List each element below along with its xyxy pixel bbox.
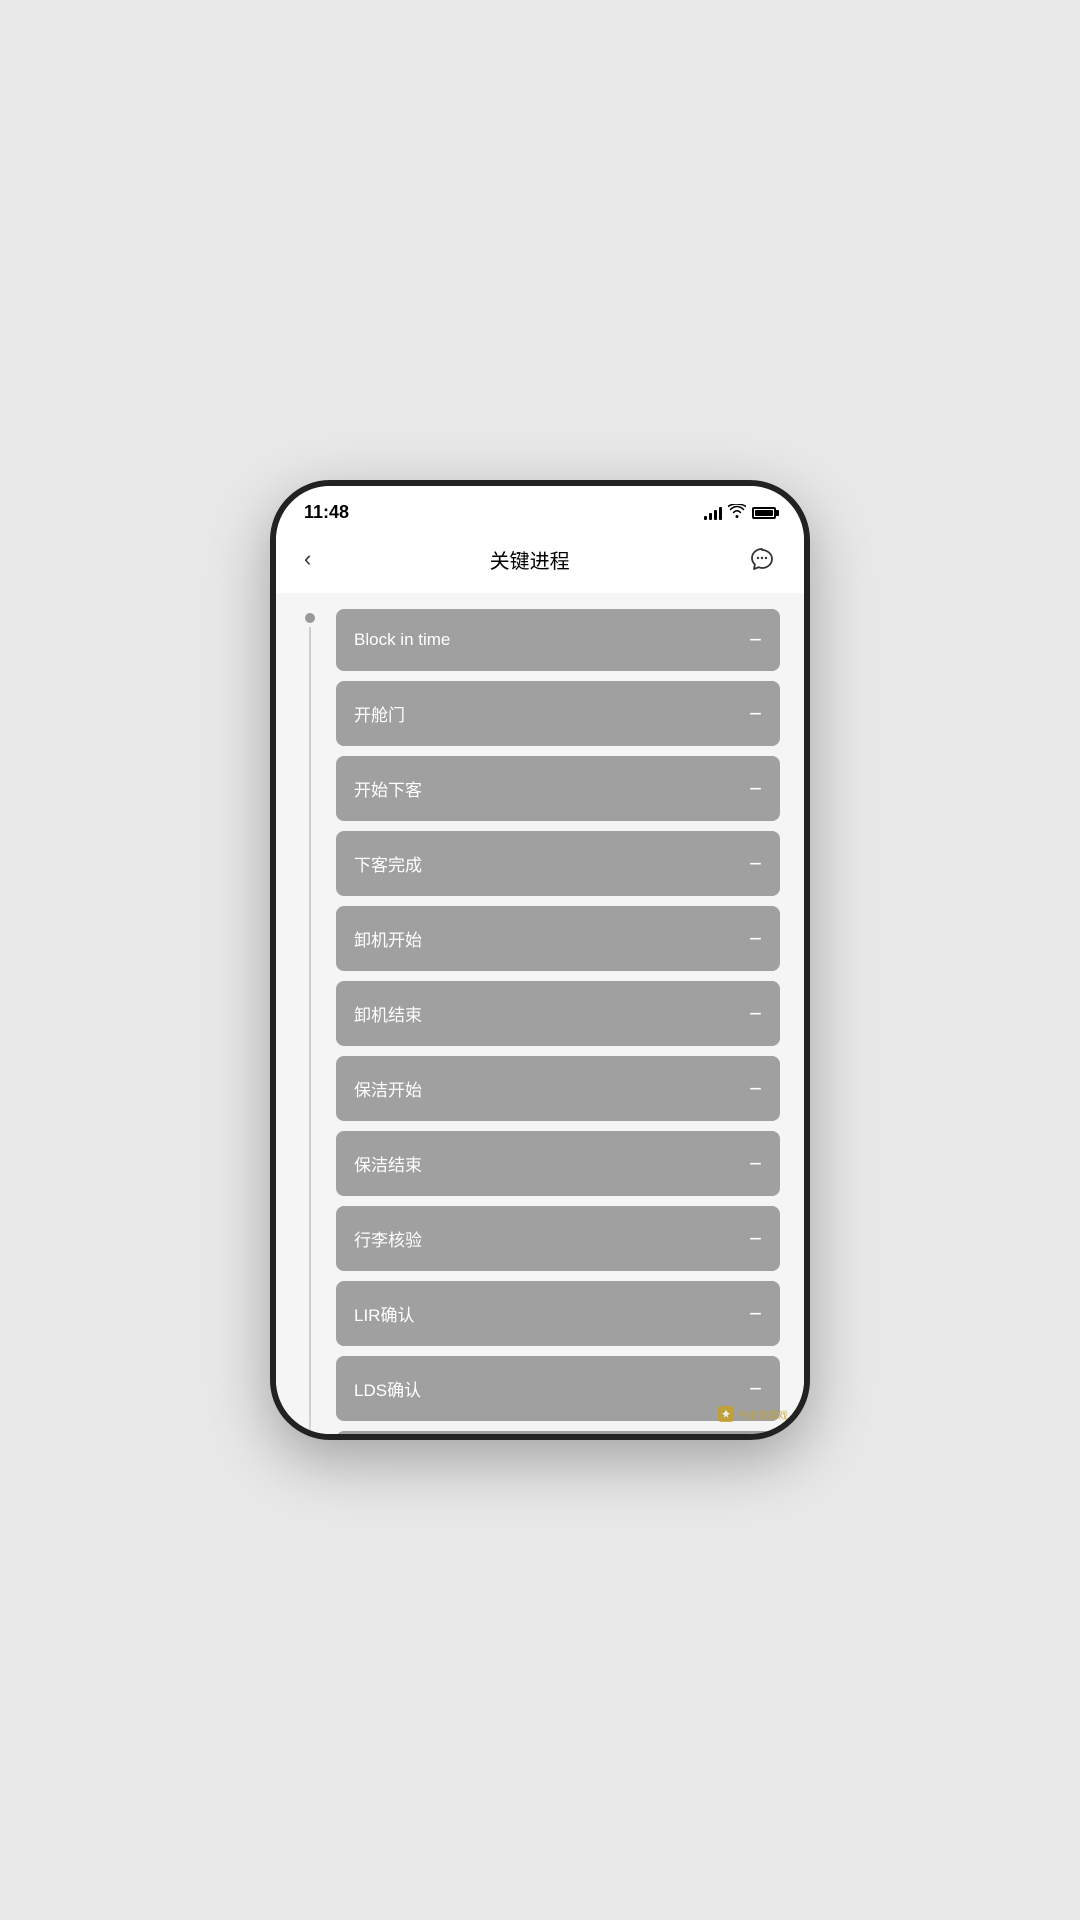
item-label: 保洁结束 — [354, 1151, 422, 1176]
status-icons — [704, 504, 776, 521]
nav-bar: ‹ 关键进程 — [276, 531, 804, 593]
item-label: 保洁开始 — [354, 1076, 422, 1101]
list-item[interactable]: 配餐开始− — [336, 1431, 780, 1440]
watermark-text: 今金贷游戏 — [738, 1407, 788, 1422]
items-list: Block in time−开舱门−开始下客−下客完成−卸机开始−卸机结束−保洁… — [336, 609, 780, 1440]
chat-button[interactable] — [744, 541, 780, 577]
item-minus-icon: − — [749, 853, 762, 875]
item-minus-icon: − — [749, 928, 762, 950]
item-label: Block in time — [354, 630, 450, 650]
list-item[interactable]: 保洁结束 − — [336, 1131, 780, 1196]
item-minus-icon: − — [749, 1003, 762, 1025]
timeline-dot — [305, 613, 315, 623]
list-item[interactable]: LDS确认 − — [336, 1356, 780, 1421]
item-minus-icon: − — [749, 703, 762, 725]
item-minus-icon: − — [749, 1378, 762, 1400]
timeline-vertical — [309, 627, 311, 1440]
timeline-line: ✈ — [300, 609, 320, 1440]
list-item[interactable]: 开舱门 − — [336, 681, 780, 746]
item-label: LDS确认 — [354, 1376, 421, 1401]
item-label: LIR确认 — [354, 1301, 414, 1326]
item-minus-icon: − — [749, 1153, 762, 1175]
page-title: 关键进程 — [490, 545, 570, 574]
item-minus-icon: − — [749, 1228, 762, 1250]
item-label: 开始下客 — [354, 776, 422, 801]
list-item[interactable]: 开始下客 − — [336, 756, 780, 821]
watermark: 今金贷游戏 — [718, 1406, 788, 1422]
item-minus-icon: − — [749, 1303, 762, 1325]
phone-frame: 11:48 ‹ 关键进程 — [270, 480, 810, 1440]
watermark-logo — [718, 1406, 734, 1422]
list-item[interactable]: 下客完成 − — [336, 831, 780, 896]
item-minus-icon: − — [749, 778, 762, 800]
item-label: 卸机开始 — [354, 926, 422, 951]
list-item[interactable]: 行李核验 − — [336, 1206, 780, 1271]
list-item[interactable]: 卸机开始 − — [336, 906, 780, 971]
list-item[interactable]: Block in time − — [336, 609, 780, 671]
status-time: 11:48 — [304, 502, 349, 523]
battery-icon — [752, 507, 776, 519]
back-button[interactable]: ‹ — [300, 542, 315, 576]
list-item[interactable]: 卸机结束 − — [336, 981, 780, 1046]
item-label: 开舱门 — [354, 701, 405, 726]
item-label: 行李核验 — [354, 1226, 422, 1251]
item-minus-icon: − — [749, 1078, 762, 1100]
list-item[interactable]: LIR确认 − — [336, 1281, 780, 1346]
content-area[interactable]: ✈ Block in time − 开舱门 − 开始下客 − 下客完成 − 卸机开始 − 卸机结束 −… — [276, 593, 804, 1440]
signal-icon — [704, 506, 722, 520]
item-label: 下客完成 — [354, 851, 422, 876]
chat-icon — [748, 545, 776, 573]
item-minus-icon: − — [749, 629, 762, 651]
status-bar: 11:48 — [276, 486, 804, 531]
wifi-icon — [728, 504, 746, 521]
timeline-container: ✈ Block in time − 开舱门 − 开始下客 − 下客完成 − 卸机开始 − 卸机结束 −… — [300, 609, 780, 1440]
item-label: 卸机结束 — [354, 1001, 422, 1026]
list-item[interactable]: 保洁开始 − — [336, 1056, 780, 1121]
